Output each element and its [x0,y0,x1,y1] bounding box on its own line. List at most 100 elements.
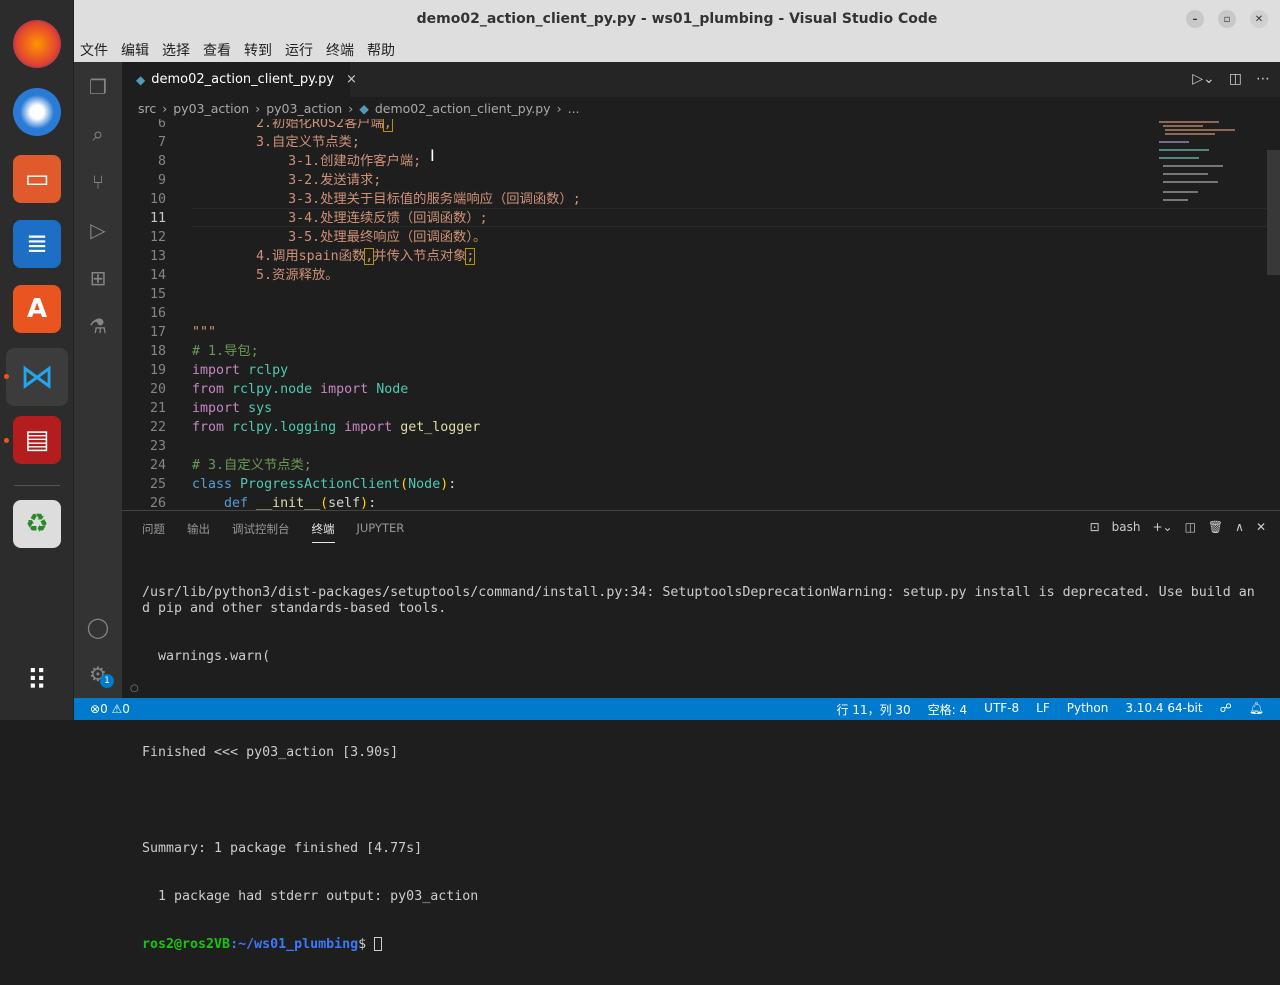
line-number: 19 [149,363,166,378]
prompt-user: ros2@ros2VB [142,937,231,952]
line-number: 15 [149,287,166,302]
encoding[interactable]: UTF-8 [984,701,1019,718]
search-icon[interactable]: ⌕ [74,114,122,154]
terminal-shell-label[interactable]: bash [1112,520,1141,534]
run-debug-icon[interactable]: ▷ [74,210,122,250]
code-token: from [192,420,225,435]
indentation[interactable]: 空格: 4 [928,701,968,718]
thunderbird-icon[interactable] [13,88,61,136]
close-tab-icon[interactable]: × [346,72,357,87]
terminal-line: warnings.warn( [142,649,271,664]
menu-view[interactable]: 查看 [203,40,231,60]
code-text: 3-3.处理关于目标值的服务端响应（回调函数）; [192,190,581,209]
menu-go[interactable]: 转到 [244,40,272,60]
line-number: 7 [157,135,166,150]
kill-terminal-icon[interactable]: 🗑 [1208,520,1223,534]
close-window-button[interactable]: ✕ [1250,10,1268,28]
running-indicator [4,374,9,379]
run-python-icon[interactable]: ▷⌄ [1192,71,1215,87]
writer-icon[interactable]: ≣ [13,220,61,268]
close-panel-icon[interactable]: ✕ [1256,520,1266,534]
split-editor-icon[interactable]: ◫ [1229,71,1242,87]
python-interpreter[interactable]: 3.10.4 64-bit [1125,701,1202,718]
eol[interactable]: LF [1036,701,1050,718]
tab-demo02-action-client[interactable]: ◆ demo02_action_client_py.py × [122,62,357,97]
minimize-button[interactable]: – [1186,10,1204,28]
editor-scrollbar-thumb[interactable] [1267,150,1280,275]
code-token: : [368,496,377,510]
feedback-icon[interactable]: ☍ [1220,701,1232,718]
line-number: 16 [149,306,166,321]
status-bar: ⊗0 ⚠0 行 11，列 30 空格: 4 UTF-8 LF Python 3.… [74,698,1280,720]
code-token: 3-2.发送请求; [192,173,382,188]
tab-debug-console[interactable]: 调试控制台 [232,521,290,543]
terminal-line: Finished <<< py03_action [3.90s] [142,745,399,760]
maximize-panel-icon[interactable]: ∧ [1235,520,1244,534]
terminal-line: Summary: 1 package finished [4.77s] [142,841,423,856]
menu-selection[interactable]: 选择 [162,40,190,60]
cursor-position[interactable]: 行 11，列 30 [837,701,911,718]
line-number: 22 [149,420,166,435]
maximize-button[interactable]: ▫ [1218,10,1236,28]
code-line: 19 import rclpy [122,361,1267,380]
code-token: 2.初始化ROS2客户端 [192,119,384,131]
dock-divider [14,485,60,486]
crumb-py03-action[interactable]: py03_action [173,101,249,116]
files-icon[interactable]: ▭ [13,155,61,203]
problems-status[interactable]: ⊗0 ⚠0 [74,702,130,716]
manage-gear-icon[interactable]: ⚙ [74,654,122,694]
crumb-symbols[interactable]: ... [568,101,580,116]
line-number: 9 [157,173,166,188]
menu-help[interactable]: 帮助 [367,40,395,60]
source-control-icon[interactable]: ⑂ [74,162,122,202]
code-line: 6 2.初始化ROS2客户端, [122,119,1267,133]
terminal-cursor [374,937,383,951]
testing-icon[interactable]: ⚗ [74,306,122,346]
code-line: 9 3-2.发送请求; [122,171,1267,190]
code-editor[interactable]: 6 2.初始化ROS2客户端, 7 3.自定义节点类; 8 3-1.创建动作客户端;… [122,119,1267,510]
code-line: 21 import sys [122,399,1267,418]
code-token: 3-3.处理关于目标值的服务端响应（回调函数）; [192,192,581,207]
split-terminal-icon[interactable]: ◫ [1185,520,1196,534]
more-actions-icon[interactable]: ⋯ [1256,71,1270,87]
menu-file[interactable]: 文件 [80,40,108,60]
software-icon[interactable]: A [13,285,61,333]
tab-jupyter[interactable]: JUPYTER [357,521,405,543]
new-terminal-icon[interactable]: +⌄ [1152,520,1172,534]
tab-problems[interactable]: 问题 [142,521,165,543]
show-apps-icon[interactable]: ⠿ [13,656,61,704]
code-token: get_logger [400,420,481,435]
tab-output[interactable]: 输出 [187,521,210,543]
menu-edit[interactable]: 编辑 [121,40,149,60]
code-token: import [192,401,241,416]
vscode-icon[interactable]: ⋈ [6,348,68,406]
language-mode[interactable]: Python [1067,701,1109,718]
notifications-bell-icon[interactable]: 🔔︎ [1249,701,1264,718]
explorer-icon[interactable]: ❐ [74,67,122,107]
terminal-app-icon[interactable]: ▤ [13,416,61,464]
code-token: class [192,477,233,492]
account-icon[interactable]: ◯ [74,607,122,647]
minimap[interactable] [1155,119,1267,219]
extensions-icon[interactable]: ⊞ [74,258,122,298]
firefox-icon[interactable] [13,20,61,68]
code-line: 20 from rclpy.node import Node [122,380,1267,399]
code-token: self [328,496,361,510]
trash-icon[interactable]: ♻ [13,500,61,548]
prompt-symbol: $ [358,937,375,952]
menu-run[interactable]: 运行 [285,40,313,60]
bottom-panel: 问题 输出 调试控制台 终端 JUPYTER ⊡ bash +⌄ ◫ 🗑 ∧ ✕… [122,510,1280,952]
code-token: rclpy.logging [232,420,337,435]
crumb-py03-action-pkg[interactable]: py03_action [266,101,342,116]
terminal-output[interactable]: /usr/lib/python3/dist-packages/setuptool… [142,553,1262,985]
crumb-file[interactable]: demo02_action_client_py.py [375,101,551,116]
menu-terminal[interactable]: 终端 [326,40,354,60]
code-line: 24 # 3.自定义节点类; [122,456,1267,475]
crumb-src[interactable]: src [138,101,156,116]
line-number: 8 [157,154,166,169]
code-text: 3-5.处理最终响应（回调函数）。 [192,228,486,247]
python-file-icon: ◆ [359,100,369,116]
tab-terminal[interactable]: 终端 [311,521,335,543]
